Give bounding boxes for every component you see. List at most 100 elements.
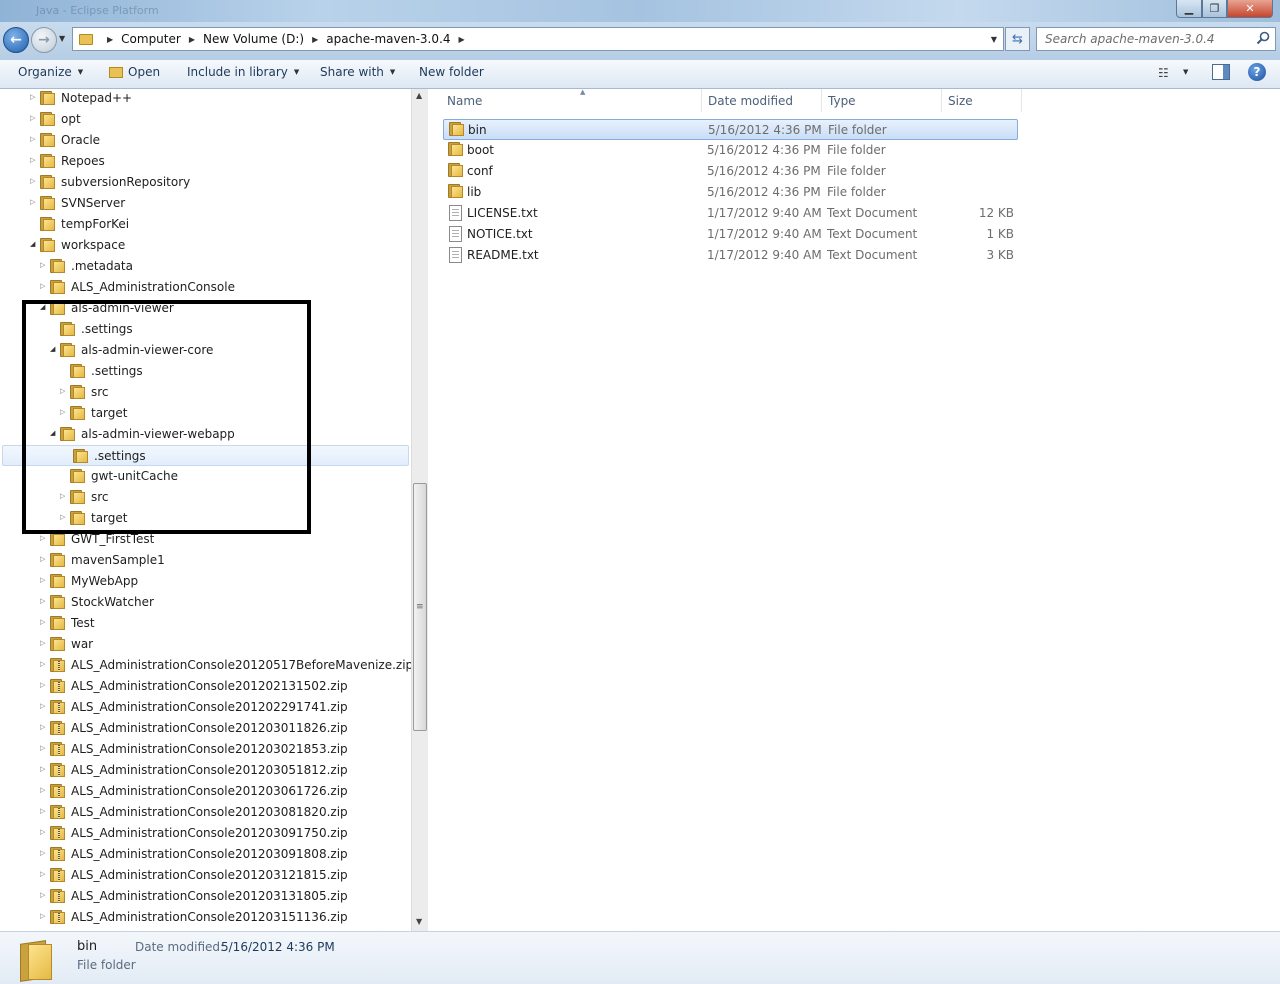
tree-item[interactable]: ▷ ALS_AdministrationConsole20120517Before… xyxy=(0,655,411,676)
collapsed-arrow-icon[interactable]: ▷ xyxy=(60,492,65,500)
breadcrumb-folder[interactable]: apache-maven-3.0.4 xyxy=(326,32,450,46)
collapsed-arrow-icon[interactable]: ▷ xyxy=(60,513,65,521)
collapsed-arrow-icon[interactable]: ▷ xyxy=(40,555,45,563)
collapsed-arrow-icon[interactable]: ▷ xyxy=(40,723,45,731)
tree-item[interactable]: ◢ workspace xyxy=(0,235,411,256)
tree-item[interactable]: ▷ GWT_FirstTest xyxy=(0,529,411,550)
collapsed-arrow-icon[interactable]: ▷ xyxy=(40,891,45,899)
search-icon[interactable] xyxy=(1256,31,1270,45)
preview-pane-button[interactable] xyxy=(1212,64,1230,80)
tree-item[interactable]: ▷ ALS_AdministrationConsole201203061726.z… xyxy=(0,781,411,802)
tree-item[interactable]: ▷ Notepad++ xyxy=(0,89,411,109)
chevron-right-icon[interactable]: ▶ xyxy=(458,35,464,44)
chevron-right-icon[interactable]: ▶ xyxy=(107,35,113,44)
organize-button[interactable]: Organize ▼ xyxy=(18,65,83,79)
column-header-date-modified[interactable]: Date modified xyxy=(702,89,822,112)
tree-item[interactable]: ▷ war xyxy=(0,634,411,655)
tree-item[interactable]: ▷ subversionRepository xyxy=(0,172,411,193)
chevron-right-icon[interactable]: ▶ xyxy=(312,35,318,44)
collapsed-arrow-icon[interactable]: ▷ xyxy=(40,660,45,668)
file-row[interactable]: LICENSE.txt 1/17/2012 9:40 AM Text Documen… xyxy=(443,203,1018,224)
column-header-name[interactable]: Name ▲ xyxy=(441,88,702,112)
recent-pages-dropdown[interactable]: ▼ xyxy=(59,34,65,43)
collapsed-arrow-icon[interactable]: ▷ xyxy=(40,639,45,647)
tree-item[interactable]: ▷ .metadata xyxy=(0,256,411,277)
new-folder-button[interactable]: New folder xyxy=(419,65,484,79)
expanded-arrow-icon[interactable]: ◢ xyxy=(40,303,45,311)
collapsed-arrow-icon[interactable]: ▷ xyxy=(60,408,65,416)
search-input[interactable] xyxy=(1037,28,1247,50)
tree-item[interactable]: ▷ opt xyxy=(0,109,411,130)
tree-item[interactable]: ▷ ALS_AdministrationConsole201203081820.z… xyxy=(0,802,411,823)
tree-item[interactable]: ▷ target xyxy=(0,508,411,529)
scroll-up-icon[interactable]: ▲ xyxy=(416,91,422,100)
tree-item[interactable]: ▷ ALS_AdministrationConsole201203051812.z… xyxy=(0,760,411,781)
tree-item[interactable]: .settings xyxy=(0,319,411,340)
tree-item[interactable]: ▷ ALS_AdministrationConsole201203121815.z… xyxy=(0,865,411,886)
tree-item[interactable]: ▷ MyWebApp xyxy=(0,571,411,592)
file-row[interactable]: bin 5/16/2012 4:36 PM File folder xyxy=(443,119,1018,140)
collapsed-arrow-icon[interactable]: ▷ xyxy=(40,765,45,773)
collapsed-arrow-icon[interactable]: ▷ xyxy=(30,93,35,101)
collapsed-arrow-icon[interactable]: ▷ xyxy=(40,576,45,584)
address-dropdown-icon[interactable]: ▼ xyxy=(991,35,997,44)
tree-item[interactable]: tempForKei xyxy=(0,214,411,235)
back-button[interactable]: ← xyxy=(3,27,29,53)
column-header-type[interactable]: Type xyxy=(822,89,942,112)
tree-item[interactable]: ▷ ALS_AdministrationConsole201203151136.z… xyxy=(0,907,411,928)
collapsed-arrow-icon[interactable]: ▷ xyxy=(30,177,35,185)
open-button[interactable]: Open xyxy=(109,65,160,79)
file-row[interactable]: lib 5/16/2012 4:36 PM File folder xyxy=(443,182,1018,203)
tree-item[interactable]: .settings xyxy=(0,361,411,382)
scroll-down-icon[interactable]: ▼ xyxy=(416,917,422,926)
chevron-right-icon[interactable]: ▶ xyxy=(189,35,195,44)
collapsed-arrow-icon[interactable]: ▷ xyxy=(40,261,45,269)
tree-item[interactable]: ▷ src xyxy=(0,382,411,403)
breadcrumb-computer[interactable]: Computer xyxy=(121,32,181,46)
collapsed-arrow-icon[interactable]: ▷ xyxy=(30,198,35,206)
collapsed-arrow-icon[interactable]: ▷ xyxy=(40,807,45,815)
refresh-button[interactable]: ⇆ xyxy=(1005,27,1030,51)
close-button[interactable]: ✕ xyxy=(1227,0,1273,18)
collapsed-arrow-icon[interactable]: ▷ xyxy=(40,849,45,857)
tree-item[interactable]: ▷ Repoes xyxy=(0,151,411,172)
tree-item[interactable]: ▷ ALS_AdministrationConsole201203021853.z… xyxy=(0,739,411,760)
address-bar[interactable]: ▶ Computer ▶ New Volume (D:) ▶ apache-ma… xyxy=(72,27,1004,51)
change-view-icon[interactable]: ☷ xyxy=(1158,66,1169,80)
tree-item[interactable]: ▷ SVNServer xyxy=(0,193,411,214)
tree-item[interactable]: ▷ ALS_AdministrationConsole xyxy=(0,277,411,298)
tree-item[interactable]: .settings xyxy=(2,445,409,466)
collapsed-arrow-icon[interactable]: ▷ xyxy=(40,702,45,710)
scrollbar-thumb[interactable]: ≡ xyxy=(413,483,427,731)
column-header-size[interactable]: Size xyxy=(942,89,1022,112)
tree-item[interactable]: ▷ ALS_AdministrationConsole201203091750.z… xyxy=(0,823,411,844)
help-button[interactable]: ? xyxy=(1248,63,1266,81)
tree-item[interactable]: gwt-unitCache xyxy=(0,466,411,487)
collapsed-arrow-icon[interactable]: ▷ xyxy=(40,597,45,605)
expanded-arrow-icon[interactable]: ◢ xyxy=(30,240,35,248)
tree-item[interactable]: ▷ StockWatcher xyxy=(0,592,411,613)
collapsed-arrow-icon[interactable]: ▷ xyxy=(40,618,45,626)
tree-item[interactable]: ▷ ALS_AdministrationConsole201203131805.z… xyxy=(0,886,411,907)
file-row[interactable]: boot 5/16/2012 4:36 PM File folder xyxy=(443,140,1018,161)
file-row[interactable]: conf 5/16/2012 4:36 PM File folder xyxy=(443,161,1018,182)
tree-item[interactable]: ◢ als-admin-viewer-webapp xyxy=(0,424,411,445)
navigation-scrollbar[interactable]: ▲ ≡ ▼ xyxy=(411,89,428,931)
collapsed-arrow-icon[interactable]: ▷ xyxy=(40,681,45,689)
minimize-button[interactable]: ▁ xyxy=(1176,0,1202,18)
tree-item[interactable]: ▷ target xyxy=(0,403,411,424)
collapsed-arrow-icon[interactable]: ▷ xyxy=(30,156,35,164)
collapsed-arrow-icon[interactable]: ▷ xyxy=(40,282,45,290)
breadcrumb-drive[interactable]: New Volume (D:) xyxy=(203,32,304,46)
tree-item[interactable]: ▷ Oracle xyxy=(0,130,411,151)
file-row[interactable]: README.txt 1/17/2012 9:40 AM Text Document… xyxy=(443,245,1018,266)
collapsed-arrow-icon[interactable]: ▷ xyxy=(60,387,65,395)
expanded-arrow-icon[interactable]: ◢ xyxy=(50,429,55,437)
share-with-button[interactable]: Share with ▼ xyxy=(320,65,395,79)
collapsed-arrow-icon[interactable]: ▷ xyxy=(40,534,45,542)
expanded-arrow-icon[interactable]: ◢ xyxy=(50,345,55,353)
collapsed-arrow-icon[interactable]: ▷ xyxy=(30,135,35,143)
tree-item[interactable]: ▷ ALS_AdministrationConsole201202291741.z… xyxy=(0,697,411,718)
include-in-library-button[interactable]: Include in library ▼ xyxy=(187,65,299,79)
tree-item[interactable]: ▷ ALS_AdministrationConsole201202131502.z… xyxy=(0,676,411,697)
